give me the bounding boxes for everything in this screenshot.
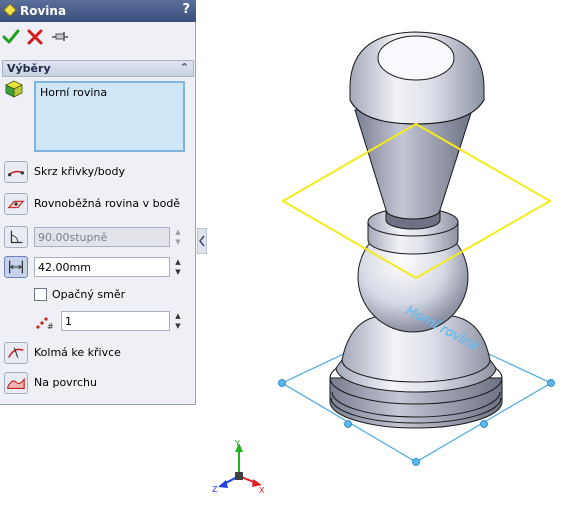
angle-spinner[interactable]: ▲ ▼ (172, 227, 184, 247)
parallel-plane-option[interactable]: Rovnoběžná rovina v bodě (4, 193, 194, 217)
plane-property-manager: Rovina ? Výběry ⌃ Horní rovina Skrz křiv… (0, 0, 196, 405)
selections-group-header[interactable]: Výběry ⌃ (2, 60, 194, 77)
normal-to-curve-label: Kolmá ke křivce (34, 346, 121, 359)
flip-label: Opačný směr (52, 288, 126, 301)
cube-icon (5, 80, 23, 98)
angle-icon[interactable] (4, 226, 28, 248)
on-surface-option[interactable]: Na povrchu (4, 372, 194, 396)
ok-cancel-bar (0, 22, 196, 54)
check-icon[interactable] (2, 28, 20, 46)
on-surface-label: Na povrchu (34, 376, 97, 389)
selected-item[interactable]: Horní rovina (40, 86, 179, 99)
axis-y-label: Y (234, 439, 240, 448)
through-points-icon[interactable] (4, 161, 28, 183)
count-spinner[interactable]: ▲ ▼ (172, 311, 184, 331)
part-knob (349, 31, 485, 125)
pushpin-icon[interactable] (51, 28, 69, 46)
panel-title: Rovina (20, 4, 67, 18)
through-curves-option[interactable]: Skrz křivky/body (4, 161, 194, 185)
parallel-plane-label: Rovnoběžná rovina v bodě (34, 197, 181, 210)
offset-spinner[interactable]: ▲ ▼ (172, 257, 184, 277)
count-row: # ▲▼ (4, 310, 194, 334)
through-curves-label: Skrz křivky/body (34, 165, 126, 178)
help-button[interactable]: ? (182, 2, 190, 17)
flip-checkbox[interactable] (34, 288, 47, 301)
count-input[interactable] (61, 311, 170, 331)
selections-header-label: Výběry (7, 62, 51, 75)
close-icon[interactable] (26, 28, 44, 46)
flip-option[interactable]: Opačný směr (34, 286, 184, 304)
plane-icon (3, 3, 17, 17)
count-icon: # (36, 317, 54, 331)
offset-distance-icon[interactable] (4, 256, 28, 278)
parallel-plane-icon[interactable] (4, 193, 28, 215)
part-base (329, 315, 503, 429)
coordinate-triad: Y X Z (212, 439, 265, 495)
on-surface-icon[interactable] (4, 372, 28, 394)
selection-list[interactable]: Horní rovina (34, 81, 185, 152)
offset-input[interactable] (34, 257, 170, 277)
graphics-area[interactable]: Horní rovina Y X Z (207, 0, 578, 509)
svg-text:#: # (47, 322, 54, 331)
axis-z-label: Z (212, 485, 218, 494)
normal-to-curve-option[interactable]: Kolmá ke křivce (4, 342, 194, 366)
collapse-icon[interactable]: ⌃ (180, 61, 189, 74)
angle-row: ▲▼ (4, 226, 194, 250)
title-bar: Rovina ? (0, 0, 196, 22)
normal-to-curve-icon[interactable] (4, 342, 28, 364)
panel-splitter-handle[interactable] (197, 228, 207, 254)
offset-row: ▲▼ (4, 256, 194, 280)
angle-input[interactable] (34, 227, 170, 247)
axis-x-label: X (259, 486, 265, 495)
